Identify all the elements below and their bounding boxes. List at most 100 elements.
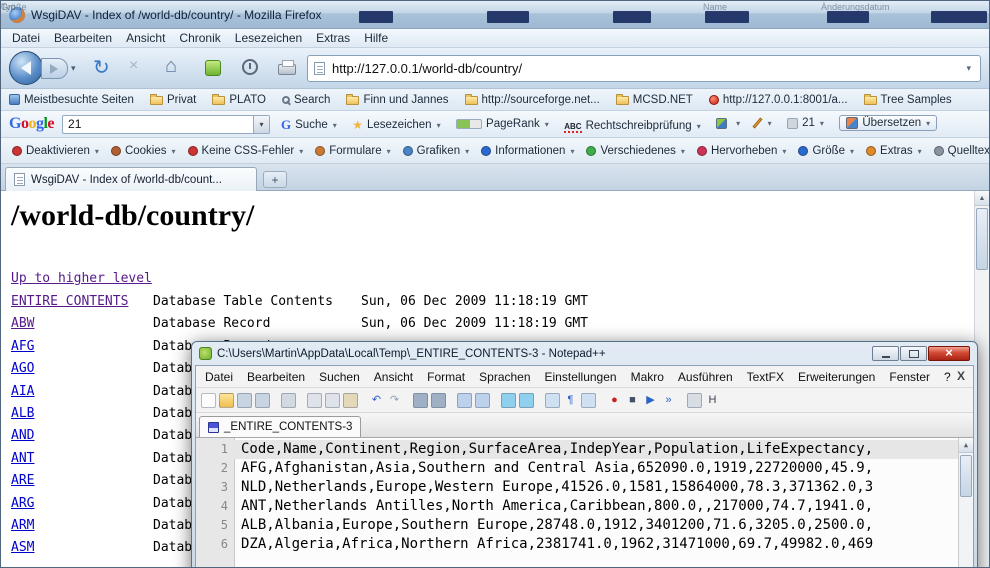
maximize-button[interactable] xyxy=(900,346,927,361)
paste-icon[interactable] xyxy=(343,393,358,408)
stop-button[interactable]: × xyxy=(129,57,138,75)
back-button[interactable] xyxy=(9,51,43,85)
google-toolbar-item[interactable]: Suche xyxy=(281,117,337,133)
entry-link[interactable]: AFG xyxy=(11,336,153,358)
history-dropdown-caret-icon[interactable]: ▾ xyxy=(71,63,76,74)
google-toolbar-item[interactable]: Übersetzen xyxy=(839,115,937,131)
run-macro-multi-icon[interactable]: » xyxy=(661,393,676,408)
notepad-menu-item[interactable]: Ausführen xyxy=(671,368,740,386)
notepad-menu-item[interactable]: Sprachen xyxy=(472,368,537,386)
close-document-icon[interactable]: X xyxy=(957,369,965,383)
undo-icon[interactable]: ↶ xyxy=(369,393,384,408)
bookmark-item[interactable]: Privat xyxy=(150,94,196,106)
entry-link[interactable]: ASM xyxy=(11,537,153,559)
find-icon[interactable] xyxy=(413,393,428,408)
entry-link[interactable]: AIA xyxy=(11,381,153,403)
document-tab[interactable]: _ENTIRE_CONTENTS-3 xyxy=(199,416,361,437)
entry-link[interactable]: AGO xyxy=(11,358,153,380)
scroll-thumb[interactable] xyxy=(976,208,988,270)
bookmark-item[interactable]: Tree Samples xyxy=(864,94,952,106)
google-toolbar-item[interactable] xyxy=(716,117,740,129)
google-search-value[interactable]: 21 xyxy=(63,117,253,131)
webdev-menu-item[interactable]: Extras xyxy=(861,143,929,159)
webdev-menu-item[interactable]: Formulare xyxy=(310,143,397,159)
cut-icon[interactable] xyxy=(307,393,322,408)
entry-link[interactable]: ARE xyxy=(11,470,153,492)
notepad-menu-item[interactable]: Datei xyxy=(198,368,240,386)
webdev-menu-item[interactable]: Größe xyxy=(793,143,861,159)
webdev-menu-item[interactable]: Hervorheben xyxy=(692,143,794,159)
bookmark-item[interactable]: http://127.0.0.1:8001/a... xyxy=(709,94,848,106)
menu-item[interactable]: Extras xyxy=(309,30,357,46)
notepad-menu-item[interactable]: Makro xyxy=(624,368,671,386)
scroll-up-arrow[interactable]: ▲ xyxy=(959,438,973,453)
webdev-menu-item[interactable]: Cookies xyxy=(106,143,183,159)
bookmark-item[interactable]: MCSD.NET xyxy=(616,94,693,106)
notepad-menu-item[interactable]: Erweiterungen xyxy=(791,368,882,386)
notepad-titlebar[interactable]: C:\Users\Martin\AppData\Local\Temp\_ENTI… xyxy=(195,342,974,365)
editor-scrollbar[interactable]: ▲ xyxy=(958,438,973,568)
google-toolbar-item[interactable] xyxy=(756,117,772,129)
notepad-menu-item[interactable]: Fenster xyxy=(882,368,937,386)
new-tab-button[interactable]: + xyxy=(263,171,287,188)
forward-button[interactable] xyxy=(41,58,68,79)
webdev-menu-item[interactable]: Quelltext xyxy=(929,143,989,159)
google-toolbar-item[interactable]: Lesezeichen xyxy=(352,118,440,132)
zoom-out-icon[interactable] xyxy=(475,393,490,408)
menu-item[interactable]: Lesezeichen xyxy=(228,30,309,46)
google-toolbar-item[interactable]: 21 xyxy=(787,117,824,129)
play-macro-icon[interactable]: ▶ xyxy=(643,393,658,408)
entry-link[interactable]: ARM xyxy=(11,515,153,537)
entry-link[interactable]: ABW xyxy=(11,313,153,335)
firefox-titlebar[interactable]: WsgiDAV - Index of /world-db/country/ - … xyxy=(1,1,989,29)
entry-link[interactable]: ANT xyxy=(11,448,153,470)
clock-button[interactable] xyxy=(242,59,258,75)
close-button[interactable] xyxy=(928,346,970,361)
url-text[interactable]: http://127.0.0.1/world-db/country/ xyxy=(332,61,522,76)
scroll-up-arrow[interactable]: ▲ xyxy=(975,191,989,206)
webdev-menu-item[interactable]: Informationen xyxy=(476,143,581,159)
new-file-icon[interactable] xyxy=(201,393,216,408)
webdev-menu-item[interactable]: Keine CSS-Fehler xyxy=(183,143,311,159)
save-icon[interactable] xyxy=(237,393,252,408)
google-toolbar-item[interactable]: Rechtschreibprüfung xyxy=(564,120,700,132)
notepad-menu-item[interactable]: Format xyxy=(420,368,472,386)
hex-editor-icon[interactable]: H xyxy=(705,393,720,408)
google-toolbar-item[interactable]: PageRank xyxy=(456,118,549,130)
notepad-menu-item[interactable]: Suchen xyxy=(312,368,367,386)
location-bar[interactable]: http://127.0.0.1/world-db/country/ ▾ xyxy=(307,55,981,82)
webdev-menu-item[interactable]: Deaktivieren xyxy=(7,143,106,159)
entry-link[interactable]: ENTIRE CONTENTS xyxy=(11,291,153,313)
notepad-menu-item[interactable]: Ansicht xyxy=(367,368,420,386)
indent-guide-icon[interactable] xyxy=(581,393,596,408)
bookmark-item[interactable]: http://sourceforge.net... xyxy=(465,94,600,106)
copy-icon[interactable] xyxy=(325,393,340,408)
reload-button[interactable]: ↻ xyxy=(93,55,110,80)
webdev-menu-item[interactable]: Grafiken xyxy=(398,143,476,159)
notepad-menu-item[interactable]: Bearbeiten xyxy=(240,368,312,386)
active-tab[interactable]: WsgiDAV - Index of /world-db/count... xyxy=(5,167,257,191)
save-all-icon[interactable] xyxy=(255,393,270,408)
notepad-menu-item[interactable]: Einstellungen xyxy=(538,368,624,386)
bookmark-item[interactable]: Meistbesuchte Seiten xyxy=(9,94,134,106)
menu-item[interactable]: Chronik xyxy=(172,30,227,46)
minimize-button[interactable] xyxy=(872,346,899,361)
replace-icon[interactable] xyxy=(431,393,446,408)
search-dropdown-caret-icon[interactable]: ▾ xyxy=(253,116,269,133)
scroll-thumb[interactable] xyxy=(960,455,972,497)
print-button[interactable] xyxy=(278,64,296,75)
menu-item[interactable]: Hilfe xyxy=(357,30,395,46)
print-icon[interactable] xyxy=(281,393,296,408)
record-macro-icon[interactable]: ● xyxy=(607,393,622,408)
word-wrap-icon[interactable] xyxy=(545,393,560,408)
menu-item[interactable]: Datei xyxy=(5,30,47,46)
green-addon-button[interactable] xyxy=(205,60,221,76)
home-button[interactable]: ⌂ xyxy=(165,55,177,78)
doc-monitor-icon[interactable] xyxy=(687,393,702,408)
zoom-in-icon[interactable] xyxy=(457,393,472,408)
sync-scroll-v-icon[interactable] xyxy=(501,393,516,408)
open-folder-icon[interactable] xyxy=(219,393,234,408)
bookmark-item[interactable]: Search xyxy=(282,94,330,106)
notepad-menu-item[interactable]: TextFX xyxy=(740,368,791,386)
bookmark-item[interactable]: Finn und Jannes xyxy=(346,94,448,106)
